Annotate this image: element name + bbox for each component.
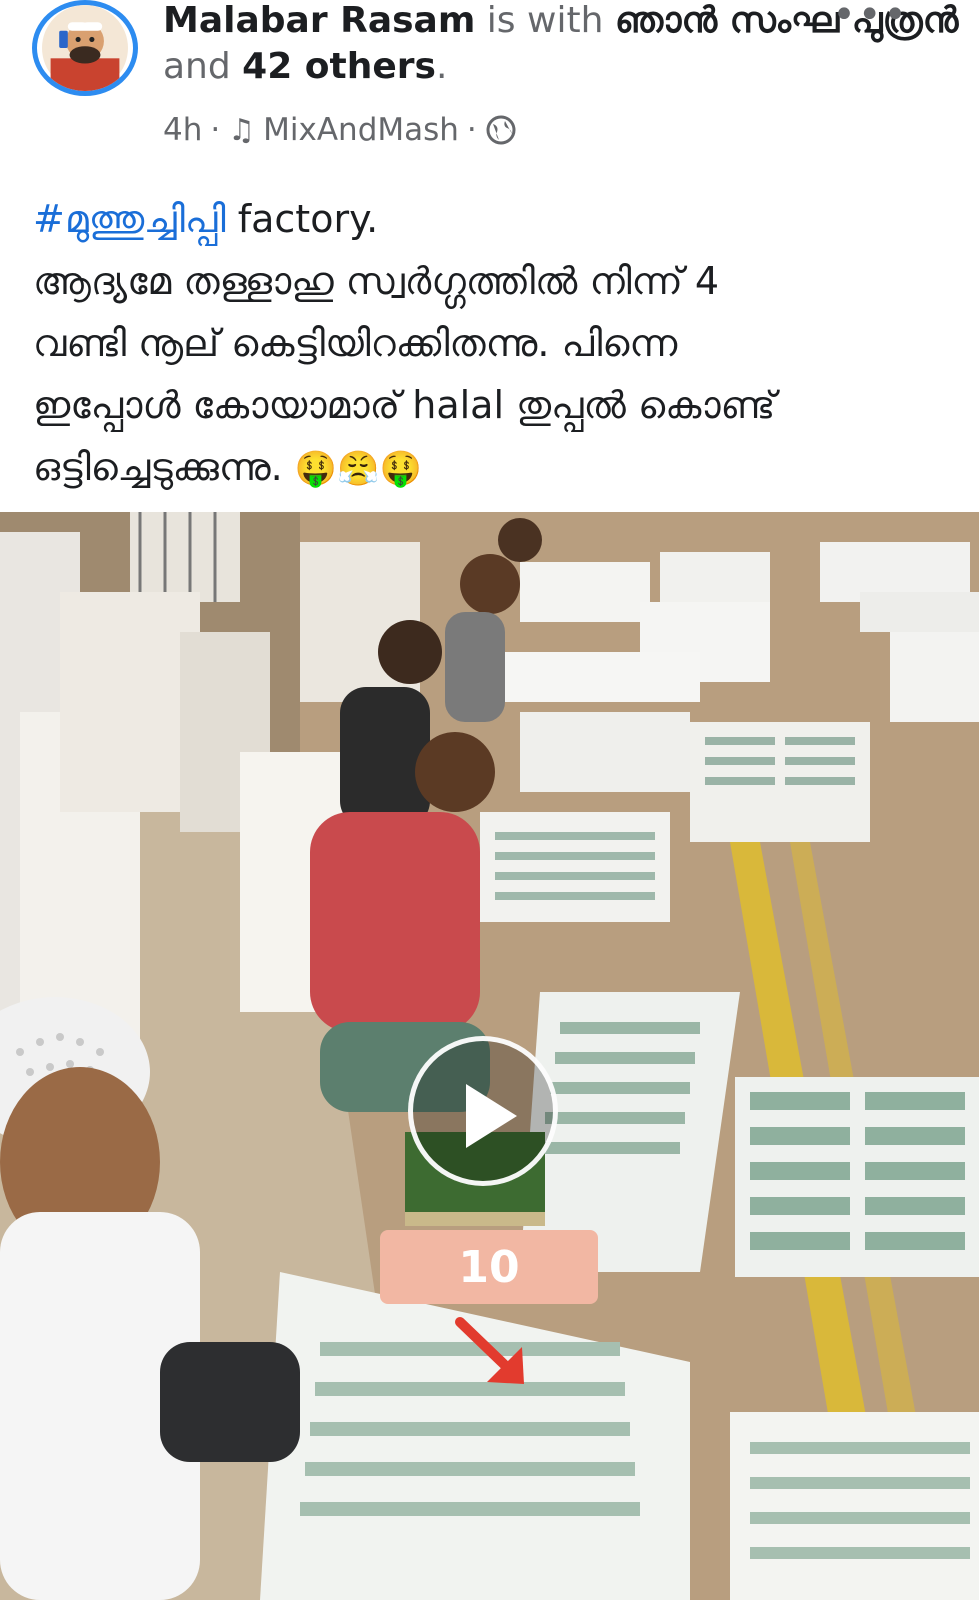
post-line-1: #മുത്തുച്ചിപ്പി factory. (33, 188, 953, 250)
post-header: Malabar Rasam is with ഞാൻ സംഘ പുത്രൻ and… (0, 0, 979, 170)
post-meta: 4h · ♫ MixAndMash · (163, 112, 517, 148)
post-body: #മുത്തുച്ചിപ്പി factory. ആദ്യമേ തള്ളാഹു … (33, 188, 953, 500)
red-arrow-icon (455, 1317, 524, 1384)
avatar-cartoon-icon (42, 5, 128, 91)
post-line-3: വണ്ടി നൂല് കെട്ടിയിറക്കിതന്നു. പിന്നെ (33, 321, 678, 365)
header-line-2: and 42 others. (163, 44, 883, 90)
counter-badge: 10 (380, 1230, 598, 1304)
header-line-1: Malabar Rasam is with ഞാൻ സംഘ പുത്രൻ (163, 0, 958, 44)
and-text: and (163, 46, 243, 87)
play-icon (466, 1084, 517, 1148)
post-line-4: ഇപ്പോൾ കോയാമാര് halal തുപ്പൽ കൊണ്ട് (33, 383, 776, 427)
author-name[interactable]: Malabar Rasam (163, 0, 475, 41)
music-note-icon: ♫ (228, 112, 256, 148)
music-label[interactable]: MixAndMash (263, 112, 459, 148)
with-text: is with (475, 0, 615, 41)
globe-icon[interactable] (485, 114, 517, 146)
video-thumbnail[interactable]: 10 (0, 512, 979, 1600)
post-line-5: ഒട്ടിച്ചെടുക്കുന്നു. 🤑😤🤑 (33, 436, 953, 500)
post-line-5-text: ഒട്ടിച്ചെടുക്കുന്നു. (33, 445, 283, 489)
post-line-2: ആദ്യമേ തള്ളാഹു സ്വർഗ്ഗത്തിൽ നിന്ന് 4 (33, 259, 720, 303)
post-line-1-text: factory. (225, 197, 379, 241)
hashtag-link[interactable]: #മുത്തുച്ചിപ്പി (33, 197, 226, 241)
tagged-others-link[interactable]: 42 others (242, 46, 436, 87)
separator: · (466, 112, 477, 148)
play-button[interactable] (408, 1036, 558, 1186)
period: . (435, 46, 448, 87)
separator: · (210, 112, 221, 148)
more-options-button[interactable]: ••• (832, 0, 909, 38)
post-time[interactable]: 4h (163, 112, 202, 148)
emoji-group: 🤑😤🤑 (294, 449, 422, 489)
post-header-text: Malabar Rasam is with ഞാൻ സംഘ പുത്രൻ and… (163, 0, 958, 90)
profile-avatar[interactable] (32, 0, 138, 96)
